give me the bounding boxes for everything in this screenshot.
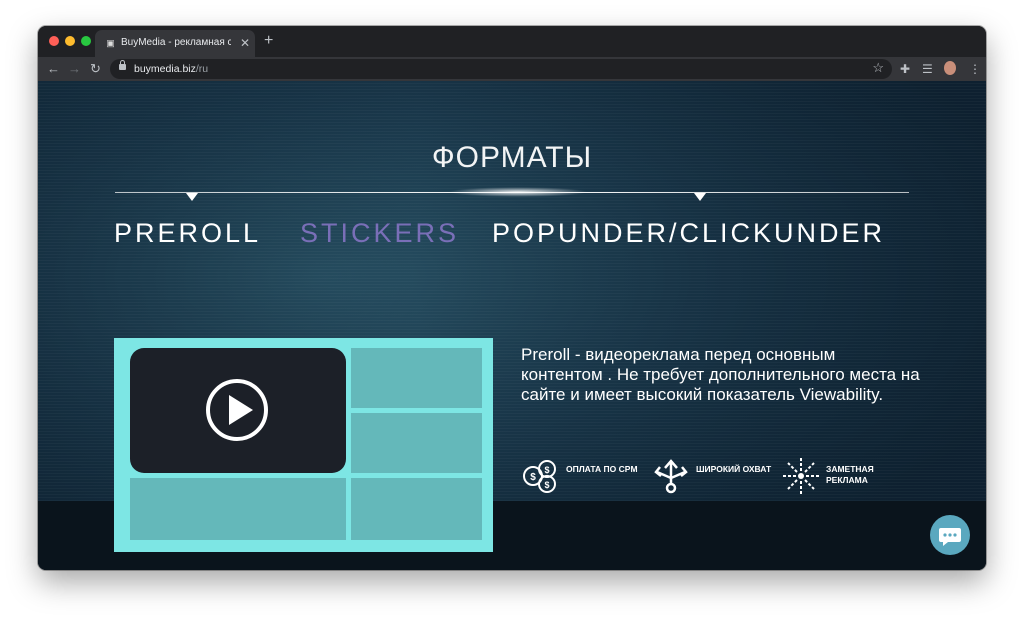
chat-button[interactable]: [930, 515, 970, 555]
maximize-window-button[interactable]: [81, 36, 91, 46]
close-window-button[interactable]: [49, 36, 59, 46]
preroll-illustration: [114, 338, 493, 552]
extensions-icon[interactable]: ✚: [900, 61, 910, 77]
browser-menu-icon[interactable]: ⋮: [969, 61, 981, 77]
tab-close-icon[interactable]: ✕: [240, 36, 250, 50]
new-tab-button[interactable]: +: [264, 32, 273, 50]
coins-dollar-icon: $ $ $: [523, 460, 556, 493]
tab-marker: [694, 193, 706, 201]
video-player: [130, 348, 346, 473]
address-bar[interactable]: buymedia.biz/ru ☆: [110, 59, 892, 79]
divider-glow: [448, 187, 588, 197]
browser-toolbar: ← → ↻ buymedia.biz/ru ☆ ✚ ☰ ⋮: [38, 57, 986, 81]
svg-text:$: $: [544, 480, 549, 490]
page-content: ФОРМАТЫ PREROLL STICKERS POPUNDER/CLICKU…: [38, 81, 986, 570]
active-tab-marker: [186, 193, 198, 201]
layout-block: [351, 348, 482, 408]
burst-icon: [783, 458, 819, 494]
format-text: - видеореклама перед основным контентом …: [521, 345, 920, 404]
profile-avatar[interactable]: [944, 61, 956, 75]
page-title: ФОРМАТЫ: [431, 141, 593, 174]
tab-strip: ▣ BuyMedia - рекламная сеть д ✕ +: [38, 26, 986, 57]
chat-bubble-icon: [939, 528, 961, 546]
lock-icon: [119, 60, 126, 70]
feature-label: ЗАМЕТНАЯ РЕКЛАМА: [826, 464, 874, 485]
tab-title: BuyMedia - рекламная сеть д: [121, 37, 231, 48]
format-description: Preroll - видеореклама перед основным ко…: [521, 345, 921, 405]
tab-popunder-clickunder[interactable]: POPUNDER/CLICKUNDER: [492, 216, 885, 250]
branching-arrows-icon: [654, 459, 688, 494]
layout-block: [130, 478, 346, 540]
layout-block: [351, 413, 482, 473]
minimize-window-button[interactable]: [65, 36, 75, 46]
forward-button[interactable]: →: [68, 60, 81, 78]
tab-preroll[interactable]: PREROLL: [114, 216, 261, 250]
play-icon: [206, 379, 268, 441]
reading-list-icon[interactable]: ☰: [922, 61, 933, 77]
feature-label: ШИРОКИЙ ОХВАТ: [696, 464, 772, 474]
tab-stickers[interactable]: STICKERS: [300, 216, 459, 250]
format-term: Preroll: [521, 345, 571, 364]
browser-window: ▣ BuyMedia - рекламная сеть д ✕ + ← → ↻ …: [38, 26, 986, 570]
browser-tab[interactable]: ▣ BuyMedia - рекламная сеть д ✕: [95, 30, 255, 57]
feature-label: ОПЛАТА ПО CPM: [566, 464, 638, 474]
svg-text:$: $: [544, 465, 549, 475]
layout-block: [351, 478, 482, 540]
url-text: buymedia.biz/ru: [134, 63, 209, 75]
back-button[interactable]: ←: [47, 60, 60, 78]
reload-button[interactable]: ↻: [90, 60, 101, 78]
bookmark-star-icon[interactable]: ☆: [872, 60, 884, 76]
svg-text:$: $: [530, 472, 536, 483]
favicon-icon: ▣: [106, 38, 115, 48]
